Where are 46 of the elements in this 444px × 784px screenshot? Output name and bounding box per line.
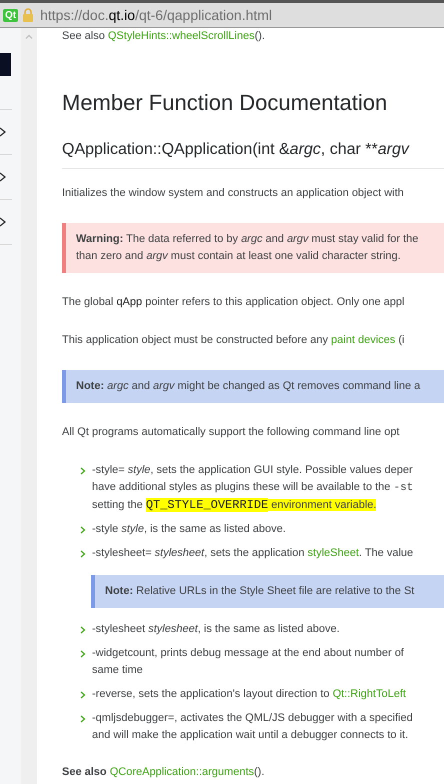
chevron-right-icon[interactable] bbox=[0, 217, 6, 227]
site-badge: Qt bbox=[3, 8, 18, 22]
text-line: The global qApp pointer refers to this application object. Only one appl bbox=[62, 295, 406, 310]
text-line: Initializes the window system and constructs an application object with bbox=[62, 186, 405, 201]
text-line: -stylesheet= stylesheet, sets the application styleSheet. The value bbox=[92, 546, 414, 561]
text-line: All Qt programs automatically support the following command line opt bbox=[62, 425, 400, 440]
text-line: -style= style, sets the application GUI style. Possible values deper bbox=[92, 463, 414, 478]
text-line: setting the QT_STYLE_OVERRIDE environment variable. bbox=[92, 497, 378, 514]
highlighted-code: QT_STYLE_OVERRIDE bbox=[146, 498, 268, 512]
chevron-right-icon bbox=[80, 526, 86, 534]
text-line: have additional styles as plugins these will be available to the -st bbox=[92, 480, 414, 496]
link[interactable]: paint devices bbox=[331, 334, 396, 346]
link[interactable]: styleSheet bbox=[308, 547, 359, 559]
address-bar[interactable]: Qt https://doc.qt.io/qt-6/qapplication.html bbox=[0, 0, 444, 28]
highlighted-text: environment variable. bbox=[268, 499, 376, 511]
function-heading: QApplication::QApplication(int &argc, char **argv bbox=[62, 141, 444, 169]
chevron-right-icon bbox=[80, 715, 86, 723]
chevron-right-icon[interactable] bbox=[0, 172, 6, 182]
sidebar-dark-block bbox=[0, 53, 11, 76]
chevron-right-icon bbox=[80, 467, 86, 475]
lock-icon bbox=[22, 8, 34, 22]
text-line: than zero and argv must contain at least one valid character string. bbox=[76, 249, 402, 264]
url-text: https://doc.qt.io/qt-6/qapplication.html bbox=[40, 6, 272, 24]
text-line: -widgetcount, prints debug message at the end about number of bbox=[92, 646, 404, 661]
section-heading: Member Function Documentation bbox=[62, 94, 388, 111]
text-line: same time bbox=[92, 663, 144, 678]
text-line: Note: Relative URLs in the Style Sheet file are relative to the St bbox=[105, 584, 416, 599]
text-line: Note: argc and argv might be changed as Qt removes command line a bbox=[76, 379, 422, 394]
chevron-right-icon bbox=[80, 626, 86, 634]
code-text: -st bbox=[393, 482, 414, 494]
chevron-right-icon bbox=[80, 550, 86, 558]
text-line: -qmljsdebugger=, activates the QML/JS debugger with a specified bbox=[92, 711, 413, 726]
chevron-right-icon bbox=[80, 691, 86, 699]
text-line: -style style, is the same as listed above. bbox=[92, 522, 286, 537]
text-line: Warning: The data referred to by argc and argv must stay valid for the bbox=[76, 232, 420, 247]
chevron-right-icon[interactable] bbox=[0, 127, 6, 137]
text-line: -reverse, sets the application's layout direction to Qt::RightToLeft bbox=[92, 687, 406, 702]
link[interactable]: Qt::RightToLeft bbox=[332, 688, 406, 700]
link[interactable]: QCoreApplication::arguments bbox=[110, 766, 254, 778]
text-line: See also QStyleHints::wheelScrollLines(). bbox=[62, 29, 266, 44]
text-line: See also QCoreApplication::arguments(). bbox=[62, 765, 266, 780]
text-line: This application object must be constructed before any paint devices (i bbox=[62, 333, 406, 348]
text-line: and will make the application wait until a debugger connects to it. bbox=[92, 728, 410, 743]
text-line: -stylesheet stylesheet, is the same as listed above. bbox=[92, 622, 340, 637]
link[interactable]: QStyleHints::wheelScrollLines bbox=[108, 30, 255, 42]
chevron-right-icon bbox=[80, 650, 86, 658]
